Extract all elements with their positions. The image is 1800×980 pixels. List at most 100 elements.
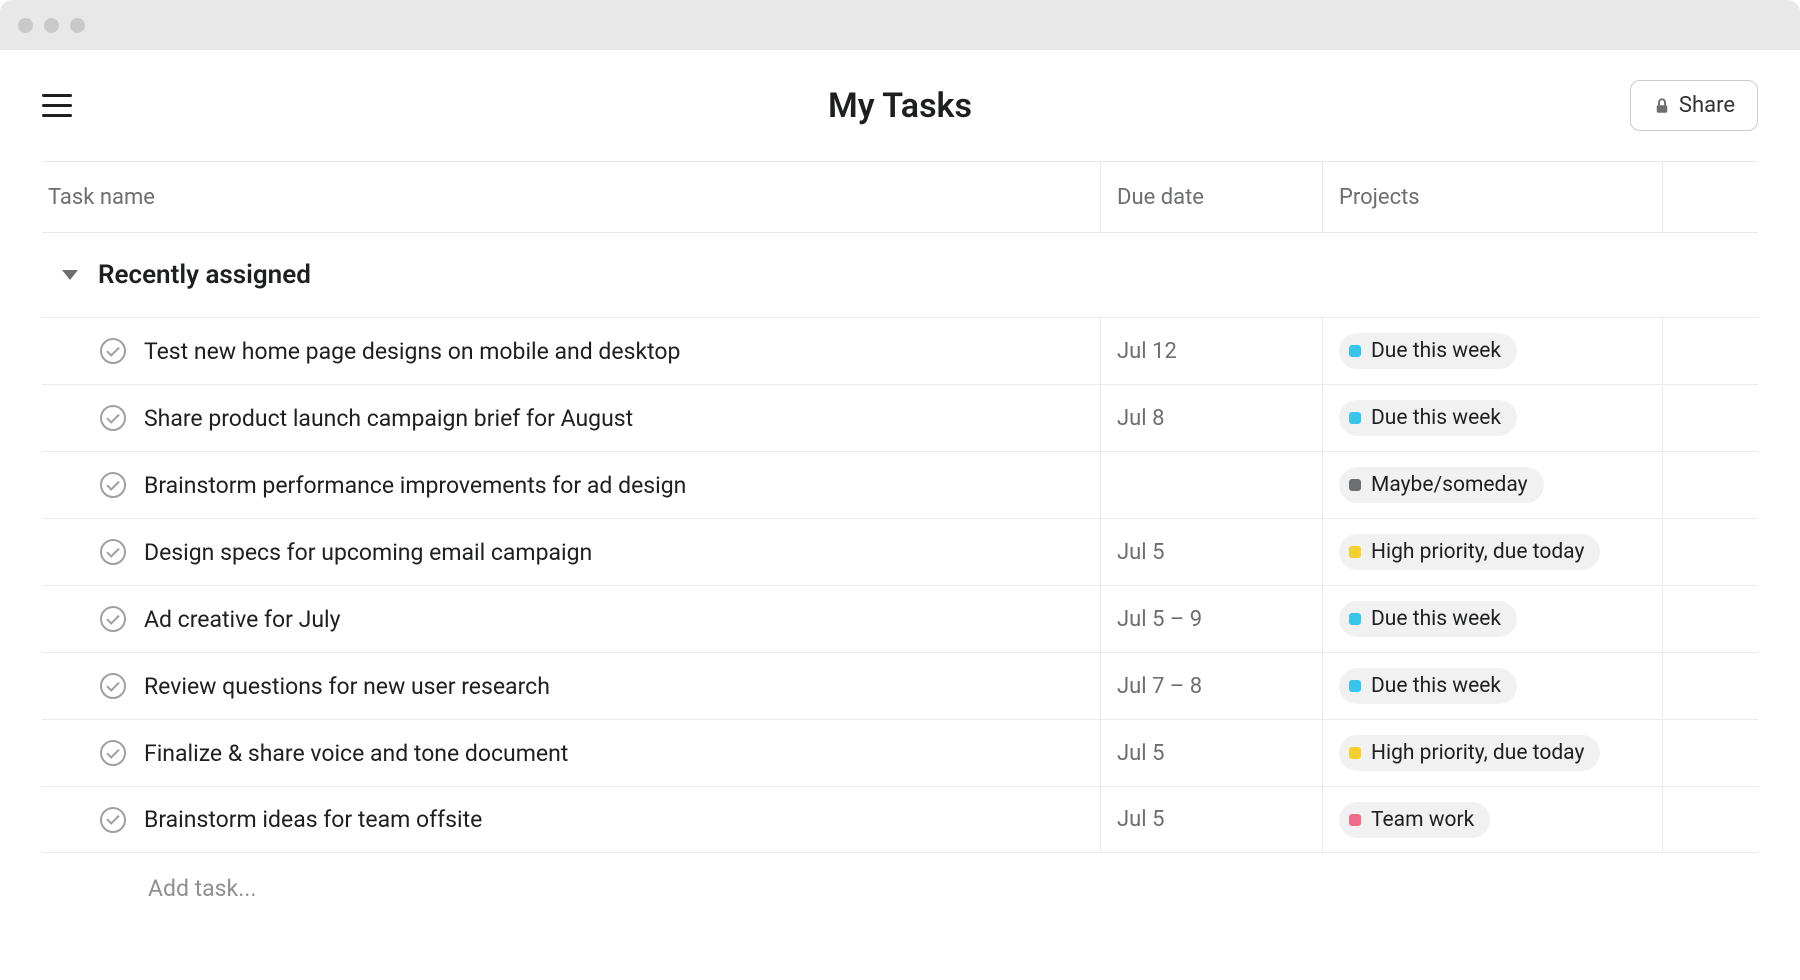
project-tag[interactable]: High priority, due today xyxy=(1339,735,1600,771)
projects-cell[interactable]: High priority, due today xyxy=(1322,519,1662,585)
add-task-input[interactable]: Add task... xyxy=(42,853,1758,924)
column-header-task-name[interactable]: Task name xyxy=(42,185,1100,210)
project-color-dot xyxy=(1349,680,1361,692)
extra-cell[interactable] xyxy=(1662,519,1758,585)
extra-cell[interactable] xyxy=(1662,787,1758,852)
due-date-cell[interactable]: Jul 5 xyxy=(1100,720,1322,786)
table-header: Task name Due date Projects xyxy=(42,161,1758,233)
task-name: Brainstorm ideas for team offsite xyxy=(144,806,482,833)
main-content: Task name Due date Projects Recently ass… xyxy=(0,161,1800,924)
page-title: My Tasks xyxy=(828,86,972,126)
complete-task-checkbox[interactable] xyxy=(100,539,126,565)
projects-cell[interactable]: Team work xyxy=(1322,787,1662,852)
project-color-dot xyxy=(1349,747,1361,759)
projects-cell[interactable]: Due this week xyxy=(1322,385,1662,451)
extra-cell[interactable] xyxy=(1662,653,1758,719)
project-tag-label: Due this week xyxy=(1371,607,1501,631)
task-name-cell[interactable]: Share product launch campaign brief for … xyxy=(42,385,1100,451)
projects-cell[interactable]: Due this week xyxy=(1322,653,1662,719)
extra-cell[interactable] xyxy=(1662,318,1758,384)
project-tag-label: Team work xyxy=(1371,808,1474,832)
task-name-cell[interactable]: Finalize & share voice and tone document xyxy=(42,720,1100,786)
extra-cell[interactable] xyxy=(1662,720,1758,786)
task-name-cell[interactable]: Ad creative for July xyxy=(42,586,1100,652)
project-tag[interactable]: Due this week xyxy=(1339,400,1517,436)
complete-task-checkbox[interactable] xyxy=(100,673,126,699)
projects-cell[interactable]: High priority, due today xyxy=(1322,720,1662,786)
task-name-cell[interactable]: Review questions for new user research xyxy=(42,653,1100,719)
due-date-cell[interactable] xyxy=(1100,452,1322,518)
menu-toggle-button[interactable] xyxy=(42,94,72,117)
projects-cell[interactable]: Due this week xyxy=(1322,318,1662,384)
column-header-projects[interactable]: Projects xyxy=(1322,162,1662,232)
project-tag-label: Due this week xyxy=(1371,406,1501,430)
due-date-cell[interactable]: Jul 5 xyxy=(1100,519,1322,585)
task-name: Review questions for new user research xyxy=(144,673,550,700)
hamburger-icon xyxy=(42,94,72,97)
complete-task-checkbox[interactable] xyxy=(100,606,126,632)
caret-down-icon[interactable] xyxy=(62,270,78,280)
share-label: Share xyxy=(1679,93,1735,118)
task-name-cell[interactable]: Brainstorm performance improvements for … xyxy=(42,452,1100,518)
complete-task-checkbox[interactable] xyxy=(100,405,126,431)
complete-task-checkbox[interactable] xyxy=(100,472,126,498)
window-maximize-dot[interactable] xyxy=(70,18,85,33)
extra-cell[interactable] xyxy=(1662,385,1758,451)
due-date-cell[interactable]: Jul 7 – 8 xyxy=(1100,653,1322,719)
task-name: Test new home page designs on mobile and… xyxy=(144,338,680,365)
task-row[interactable]: Review questions for new user research Ju… xyxy=(42,652,1758,719)
project-color-dot xyxy=(1349,345,1361,357)
project-tag-label: High priority, due today xyxy=(1371,540,1584,564)
task-name-cell[interactable]: Test new home page designs on mobile and… xyxy=(42,318,1100,384)
check-icon xyxy=(106,611,119,624)
project-tag[interactable]: Due this week xyxy=(1339,333,1517,369)
complete-task-checkbox[interactable] xyxy=(100,740,126,766)
share-button[interactable]: Share xyxy=(1630,80,1758,131)
task-row[interactable]: Brainstorm performance improvements for … xyxy=(42,451,1758,518)
check-icon xyxy=(106,477,119,490)
window-minimize-dot[interactable] xyxy=(44,18,59,33)
project-color-dot xyxy=(1349,412,1361,424)
task-name: Share product launch campaign brief for … xyxy=(144,405,633,432)
lock-icon xyxy=(1653,96,1671,116)
check-icon xyxy=(106,410,119,423)
column-header-extra[interactable] xyxy=(1662,162,1758,232)
due-date-cell[interactable]: Jul 12 xyxy=(1100,318,1322,384)
task-name: Ad creative for July xyxy=(144,606,340,633)
task-row[interactable]: Test new home page designs on mobile and… xyxy=(42,317,1758,384)
project-color-dot xyxy=(1349,814,1361,826)
due-date-cell[interactable]: Jul 5 xyxy=(1100,787,1322,852)
projects-cell[interactable]: Maybe/someday xyxy=(1322,452,1662,518)
window-close-dot[interactable] xyxy=(18,18,33,33)
task-row[interactable]: Brainstorm ideas for team offsite Jul 5 Te… xyxy=(42,786,1758,853)
column-header-due-date[interactable]: Due date xyxy=(1100,162,1322,232)
project-tag[interactable]: Maybe/someday xyxy=(1339,467,1544,503)
project-color-dot xyxy=(1349,546,1361,558)
task-name-cell[interactable]: Design specs for upcoming email campaign xyxy=(42,519,1100,585)
task-row[interactable]: Design specs for upcoming email campaign… xyxy=(42,518,1758,585)
complete-task-checkbox[interactable] xyxy=(100,807,126,833)
project-tag[interactable]: Team work xyxy=(1339,802,1490,838)
project-tag-label: Maybe/someday xyxy=(1371,473,1528,497)
check-icon xyxy=(106,544,119,557)
window-chrome xyxy=(0,0,1800,50)
project-tag[interactable]: Due this week xyxy=(1339,668,1517,704)
projects-cell[interactable]: Due this week xyxy=(1322,586,1662,652)
task-row[interactable]: Share product launch campaign brief for … xyxy=(42,384,1758,451)
extra-cell[interactable] xyxy=(1662,586,1758,652)
project-tag[interactable]: High priority, due today xyxy=(1339,534,1600,570)
section-header[interactable]: Recently assigned xyxy=(42,233,1758,317)
project-tag[interactable]: Due this week xyxy=(1339,601,1517,637)
task-name-cell[interactable]: Brainstorm ideas for team offsite xyxy=(42,787,1100,852)
check-icon xyxy=(106,678,119,691)
check-icon xyxy=(106,811,119,824)
complete-task-checkbox[interactable] xyxy=(100,338,126,364)
due-date-cell[interactable]: Jul 8 xyxy=(1100,385,1322,451)
due-date-cell[interactable]: Jul 5 – 9 xyxy=(1100,586,1322,652)
check-icon xyxy=(106,343,119,356)
task-row[interactable]: Finalize & share voice and tone document… xyxy=(42,719,1758,786)
project-tag-label: Due this week xyxy=(1371,674,1501,698)
task-name: Brainstorm performance improvements for … xyxy=(144,472,686,499)
extra-cell[interactable] xyxy=(1662,452,1758,518)
task-row[interactable]: Ad creative for July Jul 5 – 9 Due this we… xyxy=(42,585,1758,652)
